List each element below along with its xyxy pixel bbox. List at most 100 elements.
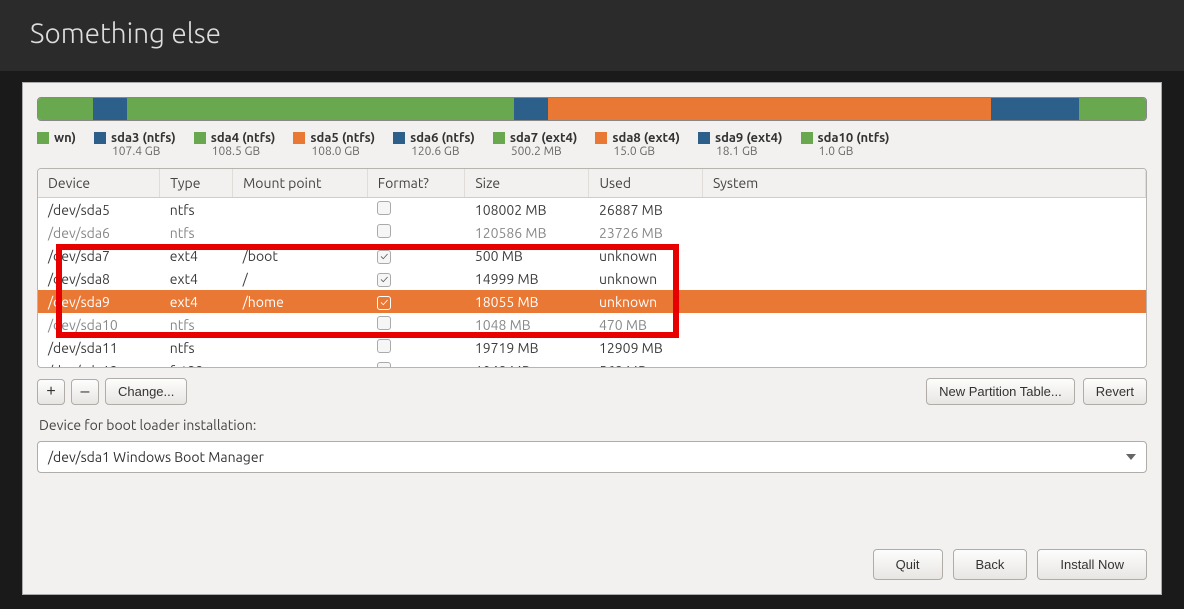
- cell-used: 26887 MB: [589, 198, 703, 222]
- cell-system: [703, 359, 1146, 368]
- remove-button[interactable]: –: [71, 379, 99, 405]
- format-checkbox[interactable]: [377, 201, 391, 215]
- legend-item[interactable]: sda5 (ntfs)108.0 GB: [293, 131, 375, 158]
- col-format[interactable]: Format?: [367, 169, 465, 198]
- format-checkbox[interactable]: [377, 250, 391, 264]
- partition-segment[interactable]: [1079, 98, 1145, 120]
- partition-bar: [37, 97, 1147, 121]
- change-button[interactable]: Change...: [105, 378, 187, 405]
- col-device[interactable]: Device: [38, 169, 160, 198]
- cell-format[interactable]: [367, 198, 465, 222]
- legend-item[interactable]: sda4 (ntfs)108.5 GB: [194, 131, 276, 158]
- swatch-icon: [393, 132, 405, 144]
- cell-size: 1048 MB: [465, 313, 589, 336]
- cell-size: 19719 MB: [465, 336, 589, 359]
- cell-used: 12909 MB: [589, 336, 703, 359]
- legend-item[interactable]: sda7 (ext4)500.2 MB: [493, 131, 578, 158]
- new-partition-table-button[interactable]: New Partition Table...: [926, 378, 1075, 405]
- format-checkbox[interactable]: [377, 339, 391, 353]
- table-row[interactable]: /dev/sda8ext4/14999 MBunknown: [38, 267, 1146, 290]
- cell-format[interactable]: [367, 290, 465, 313]
- cell-mount: [233, 313, 368, 336]
- col-type[interactable]: Type: [160, 169, 233, 198]
- cell-format[interactable]: [367, 359, 465, 368]
- main-panel: wn) sda3 (ntfs)107.4 GB sda4 (ntfs)108.5 G…: [22, 82, 1162, 595]
- revert-button[interactable]: Revert: [1083, 378, 1147, 405]
- legend-label: sda9 (ext4): [715, 131, 783, 145]
- legend-item[interactable]: sda10 (ntfs)1.0 GB: [801, 131, 890, 158]
- table-row[interactable]: /dev/sda10ntfs1048 MB470 MB: [38, 313, 1146, 336]
- cell-format[interactable]: [367, 267, 465, 290]
- table-row[interactable]: /dev/sda12fat321048 MB568 MB: [38, 359, 1146, 368]
- quit-button[interactable]: Quit: [873, 549, 943, 580]
- legend-size: 108.0 GB: [311, 145, 359, 158]
- cell-type: fat32: [160, 359, 233, 368]
- legend-item[interactable]: sda9 (ext4)18.1 GB: [698, 131, 783, 158]
- table-row[interactable]: /dev/sda9ext4/home18055 MBunknown: [38, 290, 1146, 313]
- install-now-button[interactable]: Install Now: [1037, 549, 1147, 580]
- cell-system: [703, 267, 1146, 290]
- table-row[interactable]: /dev/sda5ntfs108002 MB26887 MB: [38, 198, 1146, 222]
- page-title: Something else: [0, 0, 1184, 71]
- partition-segment[interactable]: [326, 98, 514, 120]
- format-checkbox[interactable]: [377, 273, 391, 287]
- cell-used: unknown: [589, 267, 703, 290]
- legend-item[interactable]: sda6 (ntfs)120.6 GB: [393, 131, 475, 158]
- legend-size: 120.6 GB: [411, 145, 459, 158]
- cell-device: /dev/sda5: [38, 198, 160, 222]
- table-row[interactable]: /dev/sda11ntfs19719 MB12909 MB: [38, 336, 1146, 359]
- cell-size: 108002 MB: [465, 198, 589, 222]
- add-button[interactable]: +: [37, 379, 65, 405]
- swatch-icon: [698, 132, 710, 144]
- legend-label: sda4 (ntfs): [211, 131, 276, 145]
- back-button[interactable]: Back: [953, 549, 1028, 580]
- format-checkbox[interactable]: [377, 316, 391, 330]
- partition-segment[interactable]: [880, 98, 991, 120]
- cell-format[interactable]: [367, 221, 465, 244]
- cell-system: [703, 313, 1146, 336]
- legend-label: wn): [54, 131, 76, 145]
- legend-label: sda7 (ext4): [510, 131, 578, 145]
- swatch-icon: [595, 132, 607, 144]
- col-size[interactable]: Size: [465, 169, 589, 198]
- cell-size: 14999 MB: [465, 267, 589, 290]
- partition-segment[interactable]: [548, 98, 880, 120]
- swatch-icon: [94, 132, 106, 144]
- col-system[interactable]: System: [703, 169, 1146, 198]
- cell-device: /dev/sda10: [38, 313, 160, 336]
- legend-item[interactable]: sda8 (ext4)15.0 GB: [595, 131, 680, 158]
- table-row[interactable]: /dev/sda6ntfs120586 MB23726 MB: [38, 221, 1146, 244]
- col-used[interactable]: Used: [589, 169, 703, 198]
- cell-system: [703, 290, 1146, 313]
- partition-segment[interactable]: [93, 98, 126, 120]
- cell-system: [703, 244, 1146, 267]
- cell-format[interactable]: [367, 244, 465, 267]
- cell-type: ext4: [160, 244, 233, 267]
- partition-segment[interactable]: [514, 98, 547, 120]
- swatch-icon: [37, 132, 49, 144]
- table-row[interactable]: /dev/sda7ext4/boot500 MBunknown: [38, 244, 1146, 267]
- partition-segment[interactable]: [38, 98, 93, 120]
- cell-device: /dev/sda9: [38, 290, 160, 313]
- legend-size: 18.1 GB: [716, 145, 758, 158]
- legend-item[interactable]: wn): [37, 131, 76, 158]
- partition-segment[interactable]: [127, 98, 326, 120]
- partition-segment[interactable]: [991, 98, 1080, 120]
- bootloader-label: Device for boot loader installation:: [23, 411, 1161, 437]
- bootloader-select[interactable]: /dev/sda1 Windows Boot Manager: [37, 441, 1147, 473]
- chevron-down-icon: [1126, 454, 1136, 460]
- cell-used: 568 MB: [589, 359, 703, 368]
- format-checkbox[interactable]: [377, 224, 391, 238]
- partition-table: Device Type Mount point Format? Size Use…: [37, 168, 1147, 368]
- legend-size: 108.5 GB: [212, 145, 260, 158]
- cell-size: 120586 MB: [465, 221, 589, 244]
- cell-format[interactable]: [367, 336, 465, 359]
- partition-legend: wn) sda3 (ntfs)107.4 GB sda4 (ntfs)108.5 G…: [23, 127, 1161, 168]
- cell-mount: /home: [233, 290, 368, 313]
- format-checkbox[interactable]: [377, 296, 391, 310]
- col-mount[interactable]: Mount point: [233, 169, 368, 198]
- cell-format[interactable]: [367, 313, 465, 336]
- legend-item[interactable]: sda3 (ntfs)107.4 GB: [94, 131, 176, 158]
- cell-used: 470 MB: [589, 313, 703, 336]
- legend-label: sda3 (ntfs): [111, 131, 176, 145]
